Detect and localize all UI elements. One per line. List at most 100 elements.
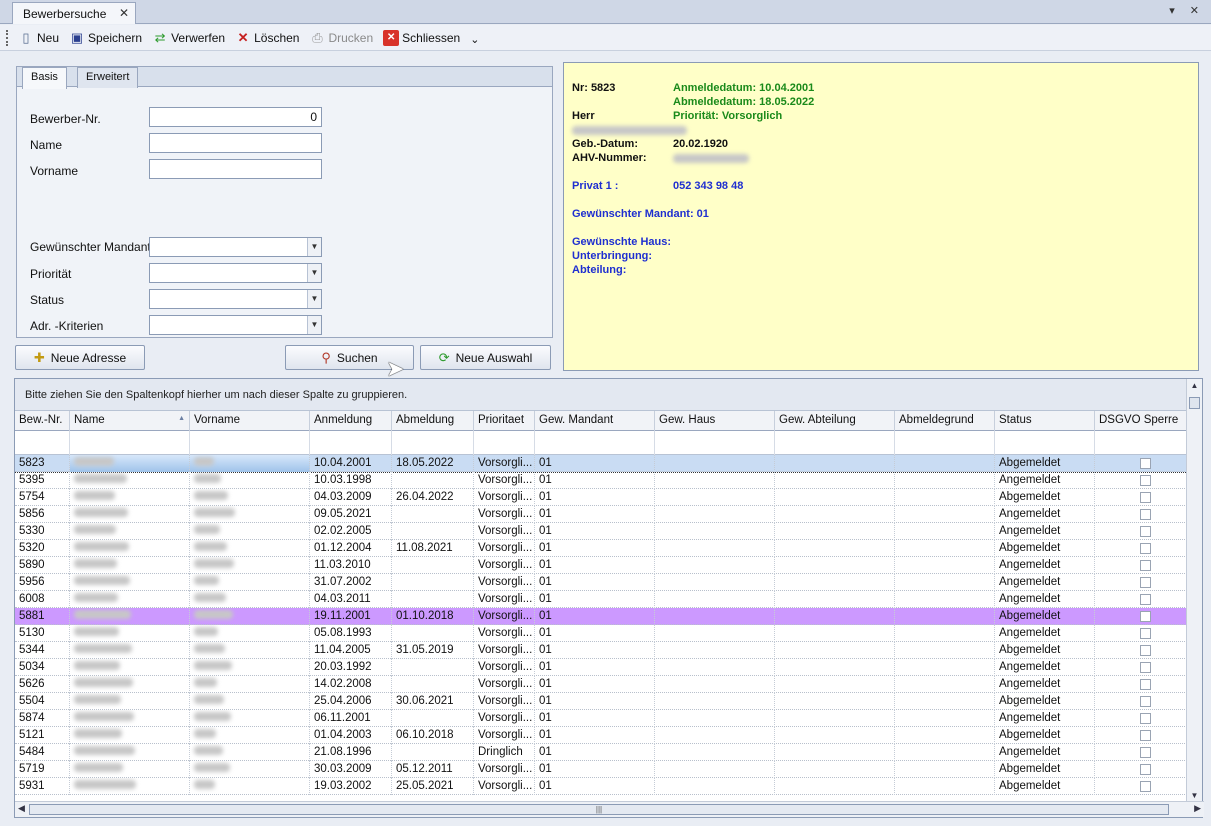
document-tab-bewerbersuche[interactable]: Bewerbersuche ✕ [12,2,136,24]
chevron-down-icon[interactable]: ▼ [307,290,321,308]
bewerber-nr-field[interactable]: 0 [149,107,322,127]
chevron-down-icon[interactable]: ▼ [307,264,321,282]
column-header-4[interactable]: Abmeldung [392,411,474,431]
column-header-6[interactable]: Gew. Mandant [535,411,655,431]
neue-adresse-button[interactable]: ✚ Neue Adresse [15,345,145,370]
new-button[interactable]: ▯ Neu [18,30,59,46]
filter-cell-1[interactable] [70,431,190,455]
dsgvo-checkbox[interactable] [1140,747,1151,758]
window-controls[interactable]: ▾ ✕ [1169,4,1205,17]
filter-cell-11[interactable] [1095,431,1187,455]
dsgvo-checkbox[interactable] [1140,492,1151,503]
table-row[interactable]: 5330 02.02.2005 Vorsorgli... 01 Angemeldet [15,523,1187,540]
dsgvo-checkbox[interactable] [1140,560,1151,571]
dsgvo-checkbox[interactable] [1140,509,1151,520]
filter-cell-3[interactable] [310,431,392,455]
table-row[interactable]: 5931 19.03.2002 25.05.2021 Vorsorgli... 01 Ab… [15,778,1187,795]
save-button[interactable]: ▣ Speichern [69,30,142,46]
filter-cell-6[interactable] [535,431,655,455]
chevron-down-icon[interactable]: ▼ [307,238,321,256]
table-row[interactable]: 5874 06.11.2001 Vorsorgli... 01 Angemeldet [15,710,1187,727]
dsgvo-checkbox[interactable] [1140,543,1151,554]
scroll-left-icon[interactable]: ◀ [18,803,25,814]
table-row[interactable]: 5395 10.03.1998 Vorsorgli... 01 Angemeldet [15,472,1187,489]
scroll-up-icon[interactable]: ▲ [1187,379,1202,393]
table-row[interactable]: 5719 30.03.2009 05.12.2011 Vorsorgli... 01 Ab… [15,761,1187,778]
table-row[interactable]: 5956 31.07.2002 Vorsorgli... 01 Angemeldet [15,574,1187,591]
close-button[interactable]: ✕ Schliessen [383,29,460,46]
table-row[interactable]: 5881 19.11.2001 01.10.2018 Vorsorgli... 01 Ab… [15,608,1187,625]
suchen-button[interactable]: ⚲ Suchen ➤ [285,345,414,381]
dsgvo-checkbox[interactable] [1140,475,1151,486]
filter-cell-8[interactable] [775,431,895,455]
filter-cell-10[interactable] [995,431,1095,455]
vertical-scrollbar[interactable]: ▲ ▼ [1186,379,1202,803]
table-row[interactable]: 5121 01.04.2003 06.10.2018 Vorsorgli... 01 Ab… [15,727,1187,744]
filter-cell-2[interactable] [190,431,310,455]
name-field[interactable] [149,133,322,153]
filter-cell-5[interactable] [474,431,535,455]
table-row[interactable]: 5856 09.05.2021 Vorsorgli... 01 Angemeldet [15,506,1187,523]
column-header-2[interactable]: Vorname [190,411,310,431]
column-header-10[interactable]: Status [995,411,1095,431]
horizontal-scrollbar[interactable]: ◀ ||| ▶ [15,801,1204,817]
table-row[interactable]: 5626 14.02.2008 Vorsorgli... 01 Angemeldet [15,676,1187,693]
dsgvo-checkbox[interactable] [1140,594,1151,605]
vertical-scroll-thumb[interactable] [1189,397,1200,409]
dsgvo-checkbox[interactable] [1140,628,1151,639]
vorname-field[interactable] [149,159,322,179]
dsgvo-checkbox[interactable] [1140,458,1151,469]
dsgvo-checkbox[interactable] [1140,611,1151,622]
column-header-9[interactable]: Abmeldegrund [895,411,995,431]
scroll-right-icon[interactable]: ▶ [1194,803,1201,814]
status-combo[interactable]: ▼ [149,289,322,309]
dsgvo-checkbox[interactable] [1140,730,1151,741]
tab-erweitert[interactable]: Erweitert [77,67,139,88]
filter-cell-4[interactable] [392,431,474,455]
dsgvo-checkbox[interactable] [1140,781,1151,792]
filter-cell-0[interactable] [15,431,70,455]
tab-basis[interactable]: Basis [22,67,67,89]
close-tab-icon[interactable]: ✕ [119,6,129,20]
table-row[interactable]: 5890 11.03.2010 Vorsorgli... 01 Angemeldet [15,557,1187,574]
column-header-0[interactable]: Bew.-Nr. [15,411,70,431]
table-row[interactable]: 5320 01.12.2004 11.08.2021 Vorsorgli... 01 Ab… [15,540,1187,557]
table-row[interactable]: 5754 04.03.2009 26.04.2022 Vorsorgli... 01 Ab… [15,489,1187,506]
group-by-area[interactable]: Bitte ziehen Sie den Spaltenkopf hierher… [15,379,1187,411]
table-row[interactable]: 5484 21.08.1996 Dringlich 01 Angemeldet [15,744,1187,761]
table-row[interactable]: 6008 04.03.2011 Vorsorgli... 01 Angemeldet [15,591,1187,608]
dsgvo-checkbox[interactable] [1140,577,1151,588]
table-cell [655,676,775,693]
chevron-down-icon[interactable]: ▼ [307,316,321,334]
column-header-8[interactable]: Gew. Abteilung [775,411,895,431]
discard-button[interactable]: ⇄ Verwerfen [152,30,225,46]
dsgvo-checkbox[interactable] [1140,696,1151,707]
dsgvo-checkbox[interactable] [1140,679,1151,690]
filter-cell-7[interactable] [655,431,775,455]
table-row[interactable]: 5504 25.04.2006 30.06.2021 Vorsorgli... 01 Ab… [15,693,1187,710]
delete-button[interactable]: ✕ Löschen [235,30,300,46]
horizontal-scroll-thumb[interactable]: ||| [29,804,1169,815]
adr-kriterien-combo[interactable]: ▼ [149,315,322,335]
print-button[interactable]: ⎙ Drucken [309,30,373,46]
dsgvo-checkbox[interactable] [1140,662,1151,673]
mandant-combo[interactable]: ▼ [149,237,322,257]
toolbar-grip[interactable] [6,29,10,46]
column-header-7[interactable]: Gew. Haus [655,411,775,431]
prioritaet-combo[interactable]: ▼ [149,263,322,283]
table-row[interactable]: 5034 20.03.1992 Vorsorgli... 01 Angemeldet [15,659,1187,676]
table-row[interactable]: 5130 05.08.1993 Vorsorgli... 01 Angemeldet [15,625,1187,642]
column-header-5[interactable]: Prioritaet [474,411,535,431]
column-header-3[interactable]: Anmeldung [310,411,392,431]
dsgvo-checkbox[interactable] [1140,645,1151,656]
table-row[interactable]: 5344 11.04.2005 31.05.2019 Vorsorgli... 01 Ab… [15,642,1187,659]
column-header-1[interactable]: Name ▲ [70,411,190,431]
dsgvo-checkbox[interactable] [1140,713,1151,724]
neue-auswahl-button[interactable]: ⟳ Neue Auswahl [420,345,551,370]
toolbar-overflow-icon[interactable]: ⌄ [470,33,479,46]
column-header-11[interactable]: DSGVO Sperre [1095,411,1187,431]
dsgvo-checkbox[interactable] [1140,526,1151,537]
filter-cell-9[interactable] [895,431,995,455]
dsgvo-checkbox[interactable] [1140,764,1151,775]
table-row[interactable]: 5823 10.04.2001 18.05.2022 Vorsorgli... 01 Ab… [15,455,1187,473]
